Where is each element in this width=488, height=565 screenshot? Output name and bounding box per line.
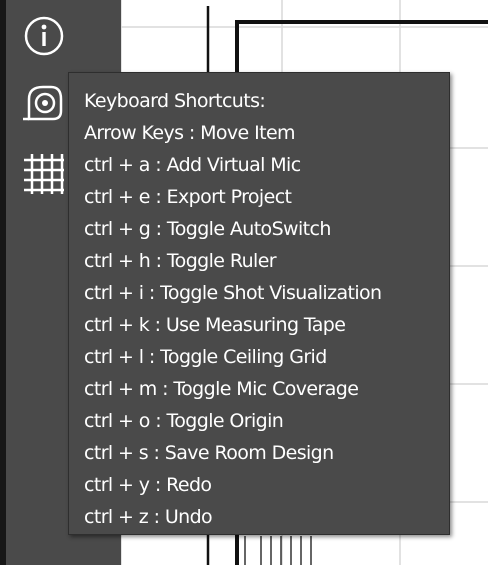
shortcut-ctrl-m: ctrl + m : Toggle Mic Coverage <box>84 378 359 400</box>
ceiling-grid-icon <box>24 154 64 194</box>
tooltip-title: Keyboard Shortcuts: <box>84 90 266 112</box>
shortcut-ctrl-y: ctrl + y : Redo <box>84 474 212 496</box>
shortcut-ctrl-k: ctrl + k : Use Measuring Tape <box>84 314 346 336</box>
app-window: Keyboard Shortcuts: Arrow Keys : Move It… <box>0 0 488 565</box>
info-icon <box>24 16 64 56</box>
measuring-tape-icon <box>23 85 63 121</box>
ceiling-grid-button[interactable] <box>18 146 70 198</box>
shortcut-ctrl-a: ctrl + a : Add Virtual Mic <box>84 154 301 176</box>
shortcut-ctrl-l: ctrl + l : Toggle Ceiling Grid <box>84 346 327 368</box>
shortcut-ctrl-o: ctrl + o : Toggle Origin <box>84 410 284 432</box>
shortcut-list: Arrow Keys : Move Item ctrl + a : Add Vi… <box>84 117 449 533</box>
keyboard-shortcuts-tooltip: Keyboard Shortcuts: Arrow Keys : Move It… <box>68 72 450 535</box>
shortcut-arrow-keys: Arrow Keys : Move Item <box>84 122 296 144</box>
shortcut-ctrl-s: ctrl + s : Save Room Design <box>84 442 334 464</box>
shortcut-ctrl-h: ctrl + h : Toggle Ruler <box>84 250 277 272</box>
info-button[interactable] <box>18 10 70 62</box>
shortcut-ctrl-e: ctrl + e : Export Project <box>84 186 292 208</box>
shortcut-ctrl-g: ctrl + g : Toggle AutoSwitch <box>84 218 331 240</box>
shortcut-ctrl-i: ctrl + i : Toggle Shot Visualization <box>84 282 382 304</box>
measuring-tape-button[interactable] <box>18 78 70 130</box>
room-object-bottom[interactable] <box>244 536 312 565</box>
shortcut-ctrl-z: ctrl + z : Undo <box>84 506 213 528</box>
